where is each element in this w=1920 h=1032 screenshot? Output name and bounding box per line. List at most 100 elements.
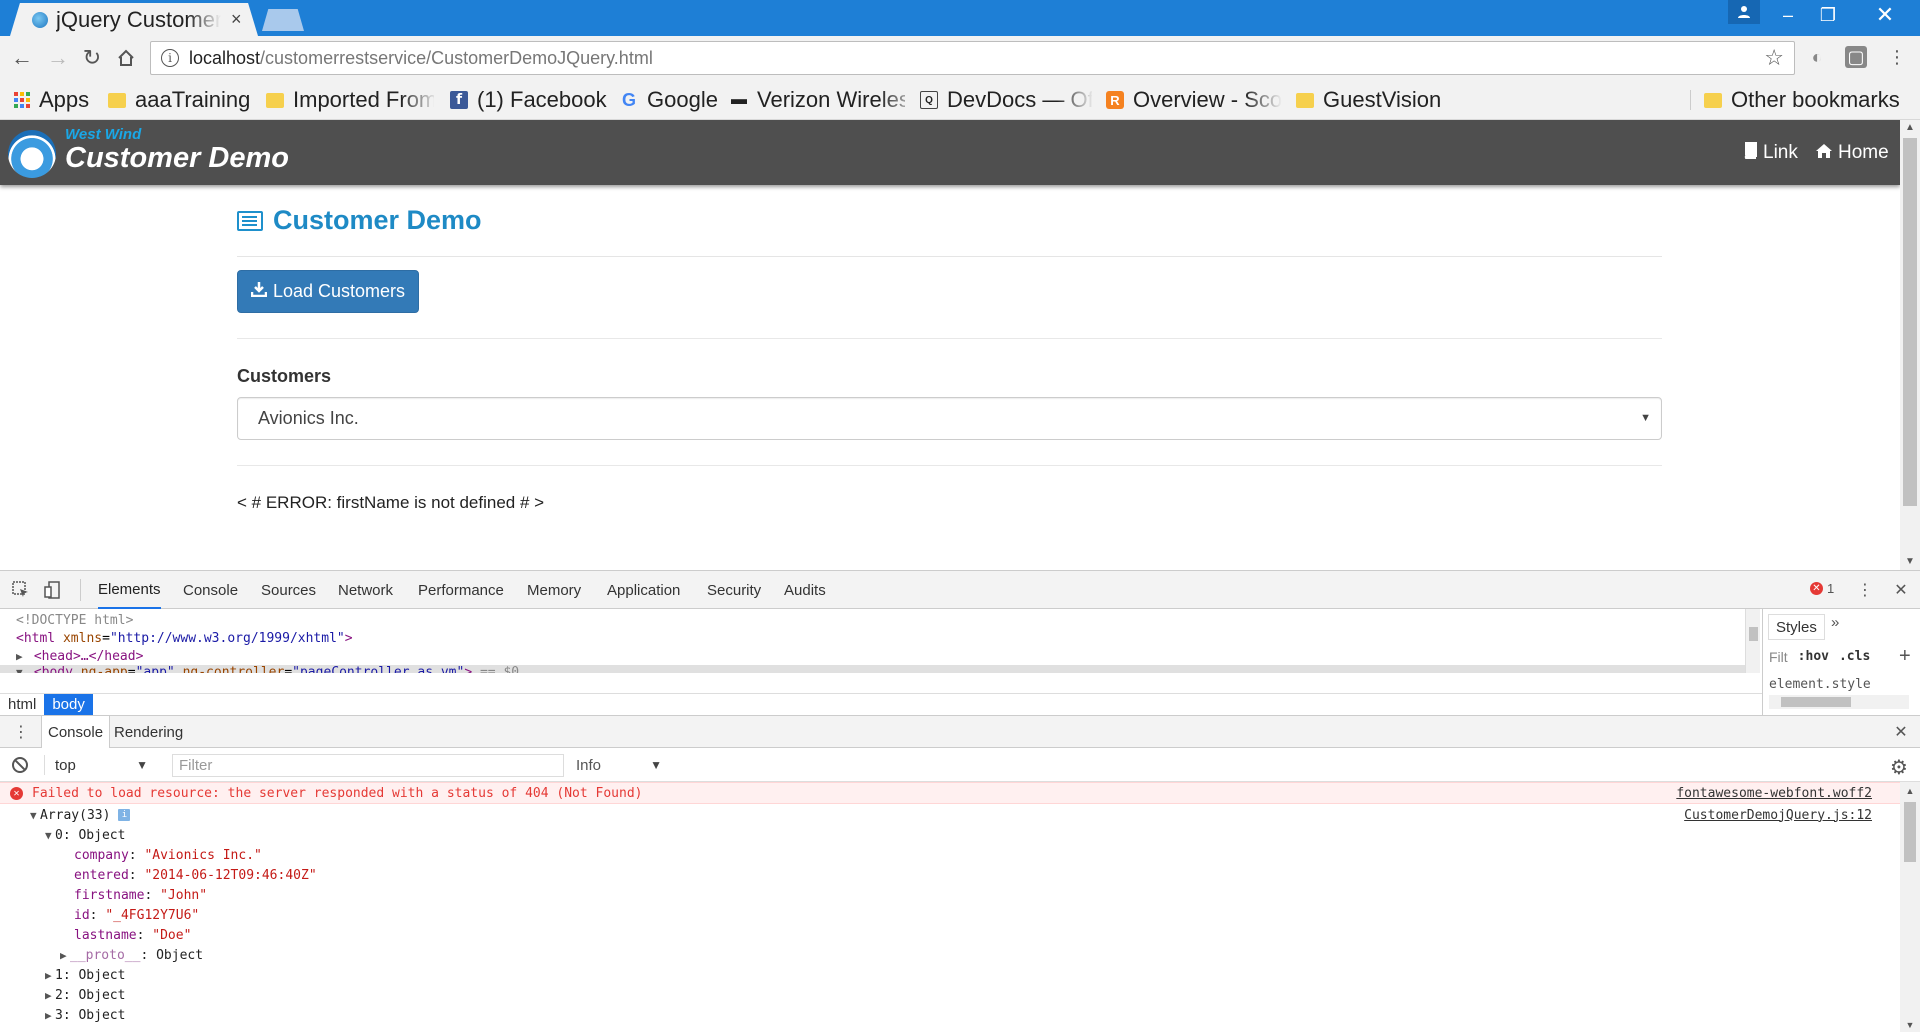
tab-security[interactable]: Security [707, 571, 761, 609]
scroll-down-arrow-icon[interactable]: ▼ [1900, 1020, 1920, 1030]
elements-scrollbar[interactable] [1745, 609, 1760, 673]
tab-styles[interactable]: Styles [1768, 614, 1825, 640]
tab-close-icon[interactable]: × [231, 9, 242, 30]
tab-sources[interactable]: Sources [261, 571, 316, 609]
tab-elements[interactable]: Elements [98, 571, 161, 609]
nav-home[interactable]: Home [1815, 142, 1889, 164]
scrollbar-thumb[interactable] [1903, 138, 1917, 506]
nav-link[interactable]: Link [1742, 142, 1798, 164]
devtools-close-icon[interactable]: ✕ [1890, 579, 1912, 601]
log-source-link[interactable]: CustomerDemojQuery.js:12 [1684, 808, 1872, 823]
expand-triangle-icon[interactable]: ▶ [45, 1009, 55, 1022]
object-proto[interactable]: ▶ __proto__: Object [60, 945, 203, 965]
brand-title[interactable]: Customer Demo [65, 142, 289, 175]
console-drawer-bar: ⋮ Console Rendering ✕ [0, 715, 1920, 748]
error-source-link[interactable]: fontawesome-webfont.woff2 [1676, 786, 1872, 801]
collapse-triangle-icon[interactable]: ▼ [16, 666, 26, 673]
scrollbar-thumb[interactable] [1749, 627, 1758, 641]
expand-triangle-icon[interactable]: ▶ [60, 949, 70, 962]
menu-kebab-icon[interactable]: ⋮ [1886, 46, 1908, 68]
reload-icon[interactable]: ↻ [78, 44, 106, 72]
profile-icon[interactable] [1728, 0, 1760, 24]
log-level-select[interactable]: Info ▼ [568, 755, 668, 775]
extension-icon[interactable]: ◐ [1806, 46, 1828, 68]
bookmark-star-icon[interactable]: ☆ [1764, 45, 1784, 71]
west-wind-logo-icon[interactable] [8, 130, 56, 178]
styles-hscrollbar[interactable] [1769, 695, 1909, 709]
console-log-array[interactable]: ▼ Array(33) i CustomerDemojQuery.js:12 [30, 805, 1900, 825]
back-arrow-icon[interactable]: ← [8, 44, 36, 72]
forward-arrow-icon[interactable]: → [44, 44, 72, 72]
hov-toggle[interactable]: :hov [1798, 649, 1829, 665]
scrollbar-thumb[interactable] [1904, 802, 1916, 862]
context-select[interactable]: top ▼ [44, 755, 154, 775]
console-object-item[interactable]: ▼ 0: Object [45, 825, 125, 845]
tab-network[interactable]: Network [338, 571, 393, 609]
drawer-tab-console[interactable]: Console [41, 716, 111, 748]
scroll-down-arrow-icon[interactable]: ▼ [1900, 556, 1920, 567]
dom-node-doctype[interactable]: <!DOCTYPE html> [16, 613, 133, 631]
console-object-item[interactable]: ▶ 2: Object [45, 985, 125, 1005]
bookmark-overview[interactable]: R Overview - Sco [1106, 86, 1282, 114]
scrollbar-thumb[interactable] [1781, 697, 1851, 707]
bookmark-facebook[interactable]: f (1) Facebook [450, 86, 607, 114]
cls-toggle[interactable]: .cls [1839, 649, 1870, 665]
extension-square-icon[interactable]: ▢ [1845, 46, 1867, 68]
address-bar[interactable]: i localhost /customerrestservice/Custome… [150, 41, 1795, 75]
maximize-button[interactable]: ❐ [1810, 0, 1846, 30]
expand-triangle-icon[interactable]: ▶ [45, 969, 55, 982]
bookmark-guestvision[interactable]: GuestVision [1296, 86, 1441, 114]
console-object-item[interactable]: ▶ 3: Object [45, 1005, 125, 1025]
scroll-up-arrow-icon[interactable]: ▲ [1900, 786, 1920, 796]
drawer-close-icon[interactable]: ✕ [1890, 721, 1912, 743]
devtools-menu-icon[interactable]: ⋮ [1854, 579, 1876, 601]
collapse-triangle-icon[interactable]: ▼ [30, 809, 40, 822]
console-filter-input[interactable]: Filter [172, 754, 564, 777]
breadcrumb-html[interactable]: html [0, 694, 44, 716]
inspect-element-icon[interactable] [10, 579, 32, 601]
browser-tab-active[interactable]: jQuery Customer Demo × [10, 3, 258, 36]
console-toolbar: top ▼ Filter Info ▼ ⚙ [0, 748, 1920, 782]
dom-node-html[interactable]: <html xmlns="http://www.w3.org/1999/xhtm… [16, 631, 353, 649]
styles-filter-input[interactable]: Filt [1769, 649, 1788, 665]
add-style-rule-icon[interactable]: + [1899, 645, 1911, 668]
bookmark-apps[interactable]: Apps [14, 86, 89, 114]
device-toolbar-icon[interactable] [42, 579, 64, 601]
new-tab-button[interactable] [262, 9, 304, 31]
site-info-icon[interactable]: i [161, 49, 179, 67]
tab-memory[interactable]: Memory [527, 571, 581, 609]
bookmark-aaatraining[interactable]: aaaTraining [108, 86, 250, 114]
customers-select[interactable]: Avionics Inc. ▼ [237, 397, 1662, 440]
dom-node-body[interactable]: ▼ <body ng-app="app" ng-controller="page… [0, 665, 1745, 673]
console-scrollbar[interactable]: ▲ ▼ [1900, 782, 1920, 1032]
info-icon[interactable]: i [118, 809, 131, 821]
bookmark-verizon[interactable]: ▬ Verizon Wireless [730, 86, 905, 114]
drawer-tab-rendering[interactable]: Rendering [108, 716, 189, 748]
chevron-down-icon: ▼ [136, 758, 148, 772]
close-window-button[interactable]: ✕ [1860, 0, 1910, 30]
tab-application[interactable]: Application [607, 571, 680, 609]
console-settings-gear-icon[interactable]: ⚙ [1890, 755, 1908, 780]
error-counter[interactable]: ✕ 1 [1810, 581, 1834, 596]
bookmark-other[interactable]: Other bookmarks [1704, 86, 1900, 114]
more-tabs-icon[interactable]: » [1831, 614, 1839, 631]
tab-audits[interactable]: Audits [784, 571, 826, 609]
collapse-triangle-icon[interactable]: ▼ [45, 829, 55, 842]
tab-performance[interactable]: Performance [418, 571, 504, 609]
expand-triangle-icon[interactable]: ▶ [45, 989, 55, 1002]
app-navbar: West Wind Customer Demo Link Home [0, 120, 1900, 185]
scroll-up-arrow-icon[interactable]: ▲ [1900, 122, 1920, 133]
bookmark-google[interactable]: G Google [620, 86, 718, 114]
load-customers-button[interactable]: Load Customers [237, 270, 419, 313]
home-icon[interactable] [112, 44, 140, 72]
clear-console-icon[interactable] [12, 757, 28, 773]
page-scrollbar[interactable]: ▲ ▼ [1900, 120, 1920, 570]
breadcrumb-body[interactable]: body [44, 693, 93, 716]
expand-triangle-icon[interactable]: ▶ [16, 650, 26, 663]
minimize-button[interactable]: – [1770, 0, 1806, 30]
console-object-item[interactable]: ▶ 1: Object [45, 965, 125, 985]
tab-console[interactable]: Console [183, 571, 238, 609]
drawer-menu-icon[interactable]: ⋮ [10, 721, 32, 743]
bookmark-devdocs[interactable]: Q DevDocs — Of [920, 86, 1092, 114]
bookmark-imported-from[interactable]: Imported From [266, 86, 434, 114]
